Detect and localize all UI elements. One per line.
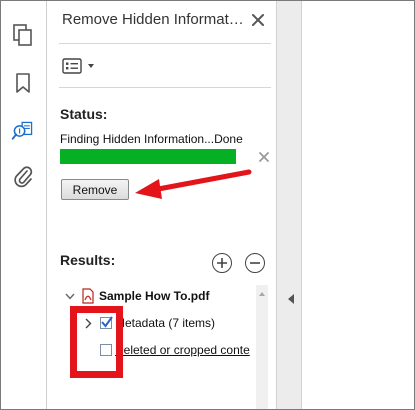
remove-hidden-info-icon[interactable] xyxy=(11,119,35,143)
expand-all-button[interactable] xyxy=(212,253,232,273)
options-separator xyxy=(59,87,271,88)
panel-splitter[interactable] xyxy=(276,1,302,409)
tree-file-row[interactable]: Sample How To.pdf xyxy=(63,287,209,305)
metadata-label: Metadata (7 items) xyxy=(115,316,216,330)
tree-scrollbar[interactable] xyxy=(256,285,268,409)
plus-icon xyxy=(217,258,227,268)
panel-title: Remove Hidden Information xyxy=(62,11,247,28)
deleted-content-checkbox[interactable] xyxy=(100,344,112,356)
minus-icon xyxy=(250,262,260,264)
pages-icon[interactable] xyxy=(11,23,35,47)
bookmark-icon[interactable] xyxy=(11,71,35,95)
results-label: Results: xyxy=(60,252,116,268)
attachment-icon[interactable] xyxy=(11,164,35,188)
collapse-all-button[interactable] xyxy=(245,253,265,273)
progress-bar xyxy=(60,149,236,164)
file-name: Sample How To.pdf xyxy=(99,289,210,303)
status-text: Finding Hidden Information...Done xyxy=(60,132,243,146)
collapse-panel-icon[interactable] xyxy=(286,293,296,305)
options-menu-icon xyxy=(62,58,82,74)
chevron-down-icon[interactable] xyxy=(63,289,77,303)
deleted-content-label: Deleted or cropped conte xyxy=(115,343,250,357)
tree-item-metadata[interactable]: Metadata (7 items) xyxy=(81,314,215,332)
app-window: Remove Hidden Information Status: Findin… xyxy=(0,0,415,410)
title-separator xyxy=(59,43,271,44)
scroll-up-icon[interactable] xyxy=(256,289,268,299)
tree-item-deleted-content[interactable]: Deleted or cropped conte xyxy=(100,341,250,359)
progress-fill xyxy=(60,149,236,164)
options-menu-button[interactable] xyxy=(62,57,98,75)
chevron-down-icon xyxy=(88,64,94,68)
pdf-file-icon xyxy=(81,288,95,304)
checkmark-icon xyxy=(101,316,113,328)
remove-button[interactable]: Remove xyxy=(61,179,129,200)
close-icon xyxy=(252,14,264,26)
close-panel-button[interactable] xyxy=(248,10,268,30)
chevron-right-icon[interactable] xyxy=(81,316,95,330)
remove-hidden-info-panel: Remove Hidden Information Status: Findin… xyxy=(47,1,275,409)
status-label: Status: xyxy=(60,106,108,122)
metadata-checkbox[interactable] xyxy=(100,316,113,329)
cancel-scan-button[interactable] xyxy=(256,149,272,165)
results-tree: Sample How To.pdf Metadata (7 items) Del… xyxy=(59,285,269,409)
close-icon xyxy=(259,152,269,162)
left-nav-bar xyxy=(1,1,47,409)
